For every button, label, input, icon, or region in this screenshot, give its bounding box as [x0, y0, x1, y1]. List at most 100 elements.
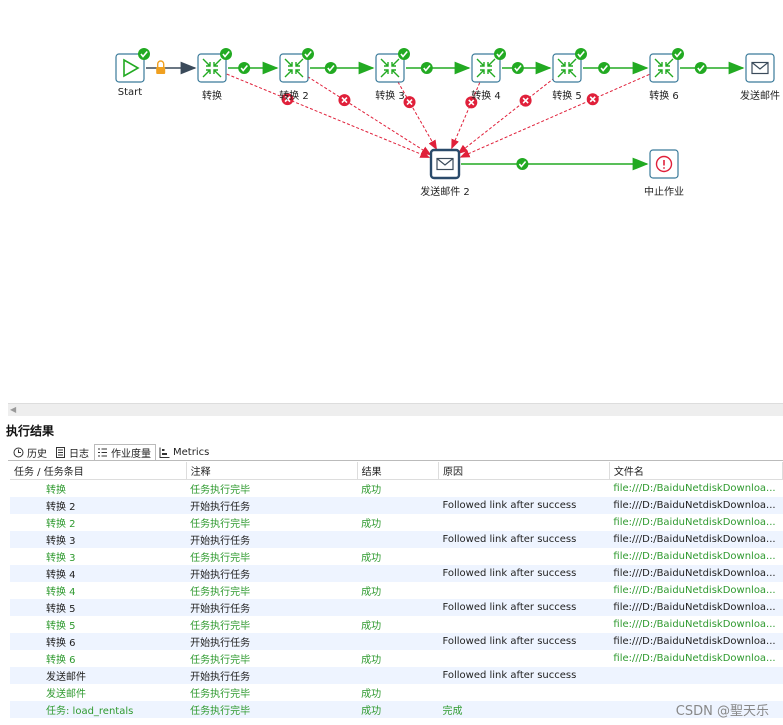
cell-reason	[438, 548, 609, 565]
tab-job-metrics-label: 作业度量	[111, 449, 151, 460]
success-check-icon	[398, 48, 410, 60]
cell-comment: 开始执行任务	[186, 565, 358, 582]
cell-filename: file:///D:/BaiduNetdiskDownloa...	[613, 619, 776, 630]
scroll-left-icon[interactable]: ◀	[10, 405, 16, 414]
cell-filename: file:///D:/BaiduNetdiskDownloa...	[609, 599, 783, 616]
cell-filename: file:///D:/BaiduNetdiskDownloa...	[613, 483, 776, 494]
table-row[interactable]: 发送邮件 开始执行任务 Followed link after success	[10, 667, 783, 684]
node-t6[interactable]	[649, 48, 684, 83]
cell-comment: 开始执行任务	[186, 531, 358, 548]
results-tabs: 历史 日志 作业度量 Metrics	[10, 444, 214, 461]
cell-entry: 任务: load_rentals	[10, 701, 187, 718]
log-icon	[56, 447, 65, 458]
cell-reason: Followed link after success	[438, 599, 610, 616]
failure-x-icon	[586, 93, 599, 106]
table-row[interactable]: 转换 2 任务执行完毕 成功 file:///D:/BaiduNetdiskDownl…	[10, 514, 783, 531]
cell-comment: 任务执行完毕	[190, 485, 251, 496]
hop-t1-t2[interactable]	[228, 61, 279, 75]
cell-result: 成功	[361, 621, 382, 632]
table-row[interactable]: 转换 3 开始执行任务 Followed link after success fil…	[10, 531, 783, 548]
column-header-filename[interactable]: 文件名	[609, 462, 783, 480]
hop-t3-t4[interactable]	[406, 61, 471, 75]
cell-entry: 转换 2	[46, 519, 76, 530]
table-row[interactable]: 任务: load_rentals 任务执行完毕 成功 完成	[10, 701, 783, 718]
cell-entry: 转换 4	[10, 565, 187, 582]
success-check-icon	[138, 48, 150, 60]
cell-result	[357, 667, 439, 684]
table-row[interactable]: 发送邮件 任务执行完毕 成功	[10, 684, 783, 701]
cell-filename: file:///D:/BaiduNetdiskDownloa...	[609, 497, 783, 514]
node-label-mail1: 发送邮件	[740, 91, 780, 102]
node-label-t6: 转换 6	[649, 91, 679, 102]
hop-t5-t6[interactable]	[583, 61, 649, 75]
cell-comment: 任务执行完毕	[190, 655, 251, 666]
node-t3[interactable]	[375, 48, 410, 83]
node-abort[interactable]	[649, 149, 679, 179]
cell-result: 成功	[361, 689, 382, 700]
canvas-horizontal-scrollbar[interactable]: ◀	[8, 403, 783, 416]
cell-reason	[438, 514, 609, 531]
cell-filename: file:///D:/BaiduNetdiskDownloa...	[609, 531, 783, 548]
results-panel-title: 执行结果	[6, 424, 55, 438]
cell-comment: 开始执行任务	[186, 497, 358, 514]
hop-t2-mail2[interactable]	[307, 76, 432, 156]
column-header-reason[interactable]: 原因	[438, 462, 610, 480]
success-check-icon	[238, 62, 251, 74]
cell-result	[357, 497, 439, 514]
table-row[interactable]: 转换 5 任务执行完毕 成功 file:///D:/BaiduNetdiskDownl…	[10, 616, 783, 633]
column-header-result[interactable]: 结果	[357, 462, 439, 480]
hop-mail2-abort[interactable]	[461, 157, 649, 171]
node-t5[interactable]	[552, 48, 587, 83]
hop-t4-t5[interactable]	[502, 61, 552, 75]
tab-history[interactable]: 历史	[10, 444, 52, 460]
column-header-comment[interactable]: 注释	[186, 462, 358, 480]
node-mail1[interactable]	[745, 53, 775, 83]
cell-comment: 任务执行完毕	[186, 701, 358, 718]
tab-metrics[interactable]: Metrics	[156, 444, 214, 460]
success-check-icon	[420, 62, 433, 74]
cell-reason: Followed link after success	[438, 633, 610, 650]
cell-filename: file:///D:/BaiduNetdiskDownloa...	[613, 551, 776, 562]
failure-x-icon	[403, 96, 416, 109]
tab-job-metrics[interactable]: 作业度量	[94, 444, 156, 461]
node-label-t2: 转换 2	[279, 91, 309, 102]
node-label-abort: 中止作业	[644, 187, 684, 198]
tab-log[interactable]: 日志	[52, 444, 94, 460]
table-row[interactable]: 转换 4 开始执行任务 Followed link after success fil…	[10, 565, 783, 582]
cell-filename: file:///D:/BaiduNetdiskDownloa...	[609, 565, 783, 582]
history-icon	[13, 447, 24, 458]
cell-result	[357, 565, 439, 582]
success-check-icon	[694, 62, 707, 74]
cell-entry: 发送邮件	[46, 689, 86, 700]
column-header-entry[interactable]: 任务 / 任务条目	[10, 462, 187, 480]
cell-reason: 完成	[438, 701, 610, 718]
table-row[interactable]: 转换 6 任务执行完毕 成功 file:///D:/BaiduNetdiskDownl…	[10, 650, 783, 667]
cell-filename: file:///D:/BaiduNetdiskDownloa...	[609, 633, 783, 650]
table-row[interactable]: 转换 4 任务执行完毕 成功 file:///D:/BaiduNetdiskDownl…	[10, 582, 783, 599]
node-t1[interactable]	[197, 48, 232, 83]
hop-t6-mail1[interactable]	[680, 61, 745, 75]
cell-result: 成功	[357, 701, 439, 718]
node-start[interactable]	[115, 48, 150, 83]
table-row[interactable]: 转换 任务执行完毕 成功 file:///D:/BaiduNetdiskDownloa…	[10, 480, 783, 498]
hop-start-t1[interactable]	[146, 60, 197, 75]
table-row[interactable]: 转换 2 开始执行任务 Followed link after success fil…	[10, 497, 783, 514]
cell-filename	[609, 684, 782, 701]
table-row[interactable]: 转换 3 任务执行完毕 成功 file:///D:/BaiduNetdiskDownl…	[10, 548, 783, 565]
failure-x-icon	[519, 94, 532, 107]
job-metrics-table: 任务 / 任务条目 注释 结果 原因 文件名 转换 任务执行完毕 成功 file://…	[10, 462, 783, 718]
success-check-icon	[598, 62, 611, 74]
workflow-canvas[interactable]	[0, 0, 783, 400]
table-row[interactable]: 转换 6 开始执行任务 Followed link after success fil…	[10, 633, 783, 650]
cell-entry: 转换 5	[46, 621, 76, 632]
hop-t2-t3[interactable]	[310, 61, 375, 75]
node-label-mail2: 发送邮件 2	[420, 187, 470, 198]
node-label-t5: 转换 5	[552, 91, 582, 102]
table-row[interactable]: 转换 5 开始执行任务 Followed link after success fil…	[10, 599, 783, 616]
cell-comment: 开始执行任务	[186, 633, 358, 650]
node-mail2[interactable]	[429, 148, 461, 180]
success-check-icon	[324, 62, 337, 74]
node-t4[interactable]	[471, 48, 506, 83]
node-label-t4: 转换 4	[471, 91, 501, 102]
cell-reason	[438, 616, 609, 633]
